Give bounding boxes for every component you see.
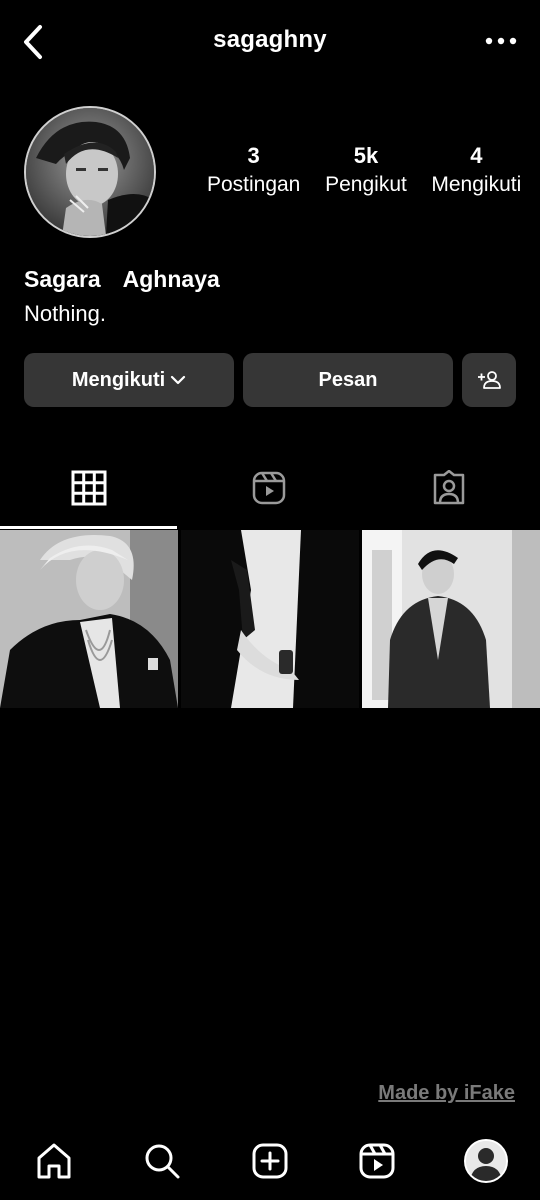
home-icon bbox=[37, 1143, 71, 1179]
post-image bbox=[0, 530, 178, 708]
profile-avatar[interactable] bbox=[24, 106, 156, 238]
avatar-photo bbox=[26, 108, 154, 236]
following-button-label: Mengikuti bbox=[71, 368, 166, 391]
tagged-icon bbox=[433, 470, 464, 505]
search-icon bbox=[145, 1144, 180, 1179]
nav-home[interactable] bbox=[29, 1136, 79, 1186]
create-icon bbox=[252, 1143, 288, 1179]
tab-reels[interactable] bbox=[180, 446, 357, 530]
followers-count: 5k bbox=[353, 143, 379, 168]
bottom-nav bbox=[0, 1118, 540, 1200]
reels-icon bbox=[359, 1143, 395, 1179]
nav-profile[interactable] bbox=[461, 1136, 511, 1186]
posts-grid bbox=[0, 530, 540, 708]
nav-reels[interactable] bbox=[352, 1136, 402, 1186]
post-image bbox=[362, 530, 540, 708]
reels-icon bbox=[252, 471, 285, 505]
add-person-icon bbox=[478, 371, 501, 389]
following-button[interactable]: Mengikuti bbox=[24, 353, 234, 407]
post-image bbox=[181, 530, 359, 708]
message-button[interactable]: Pesan bbox=[243, 353, 453, 407]
stat-followers[interactable]: 5k Pengikut bbox=[311, 142, 420, 200]
post-thumbnail[interactable] bbox=[181, 530, 359, 708]
more-options-button[interactable] bbox=[484, 28, 518, 54]
more-horizontal-icon bbox=[485, 37, 517, 45]
posts-label: Postingan bbox=[206, 173, 301, 196]
profile-stats: 3 Postingan 5k Pengikut 4 Mengikuti bbox=[196, 142, 532, 200]
watermark-link[interactable]: Made by iFake bbox=[378, 1082, 515, 1105]
nav-create[interactable] bbox=[245, 1136, 295, 1186]
stat-posts[interactable]: 3 Postingan bbox=[196, 142, 311, 200]
post-thumbnail[interactable] bbox=[362, 530, 540, 708]
active-tab-indicator bbox=[0, 526, 177, 529]
suggest-people-button[interactable] bbox=[462, 353, 516, 407]
posts-count: 3 bbox=[247, 143, 260, 168]
tab-grid[interactable] bbox=[0, 446, 177, 530]
profile-bio: Nothing. bbox=[24, 301, 106, 326]
top-bar: sagaghny bbox=[0, 0, 540, 84]
nav-search[interactable] bbox=[137, 1136, 187, 1186]
stat-following[interactable]: 4 Mengikuti bbox=[421, 142, 532, 200]
following-count: 4 bbox=[470, 143, 483, 168]
default-avatar-icon bbox=[466, 1141, 506, 1181]
profile-page: sagaghny 3 Postingan 5k Pengikut 4 Mengi… bbox=[0, 0, 540, 1200]
profile-full-name: Sagara Aghnaya bbox=[24, 266, 220, 292]
post-thumbnail[interactable] bbox=[0, 530, 178, 708]
grid-icon bbox=[71, 470, 106, 506]
message-button-label: Pesan bbox=[318, 368, 378, 391]
following-label: Mengikuti bbox=[431, 173, 522, 196]
profile-avatar-small bbox=[464, 1139, 508, 1183]
profile-username: sagaghny bbox=[213, 26, 327, 53]
followers-label: Pengikut bbox=[325, 173, 407, 196]
tab-tagged[interactable] bbox=[360, 446, 537, 530]
profile-tabs bbox=[0, 446, 540, 530]
chevron-down-icon bbox=[171, 375, 186, 385]
